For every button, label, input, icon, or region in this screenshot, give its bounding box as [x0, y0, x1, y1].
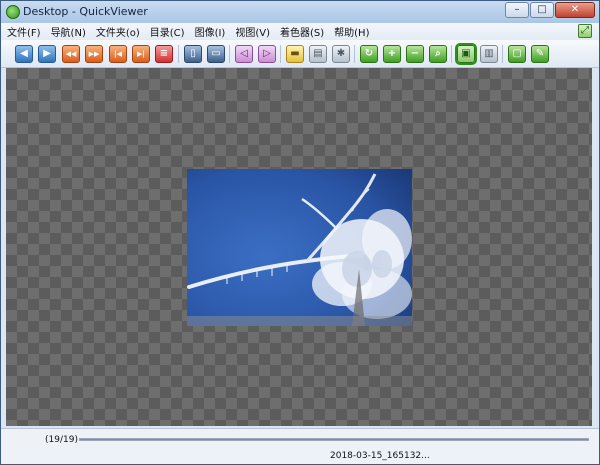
menu-shader[interactable]: 着色器(S): [280, 24, 324, 39]
rewind-icon[interactable]: ◀◀: [62, 45, 80, 63]
toolbar-separator: [178, 45, 179, 63]
next-icon[interactable]: ▶: [38, 45, 56, 63]
toolbar-separator: [280, 45, 281, 63]
menu-bar: 文件(F) 导航(N) 文件夹(o) 目录(C) 图像(I) 视图(V) 着色器…: [1, 23, 599, 40]
menu-folder[interactable]: 文件夹(o): [96, 24, 140, 39]
catalog-icon[interactable]: ▤: [309, 45, 327, 63]
expand-icon[interactable]: ⤢: [578, 24, 592, 38]
page-progress-slider[interactable]: [79, 438, 589, 441]
window-title: Desktop - QuickViewer: [23, 5, 148, 18]
app-logo-icon: [6, 5, 20, 19]
folder-icon[interactable]: ▬: [286, 45, 304, 63]
status-bar: (19/19) 2018-03-15_165132...: [1, 428, 599, 464]
first-icon[interactable]: |◀: [109, 45, 127, 63]
toolbar-separator: [502, 45, 503, 63]
fast-forward-icon[interactable]: ▶▶: [85, 45, 103, 63]
search-icon[interactable]: ⌕: [429, 45, 447, 63]
frosted-tree-photo: [187, 169, 412, 326]
menu-view[interactable]: 视图(V): [235, 24, 270, 39]
page-left-icon[interactable]: ◁: [235, 45, 253, 63]
maximize-button[interactable]: □: [530, 2, 554, 18]
toolbar-separator: [354, 45, 355, 63]
caption-buttons: – □ ✕: [505, 2, 595, 18]
page-right-icon[interactable]: ▷: [258, 45, 276, 63]
spread-page-icon[interactable]: ▭: [207, 45, 225, 63]
minimize-button[interactable]: –: [505, 2, 529, 18]
last-icon[interactable]: ▶|: [132, 45, 150, 63]
settings-icon[interactable]: ✱: [332, 45, 350, 63]
single-page-icon[interactable]: ▯: [184, 45, 202, 63]
quickviewer-window: Desktop - QuickViewer – □ ✕ 文件(F) 导航(N) …: [0, 0, 600, 465]
slideshow-icon[interactable]: ▢: [508, 45, 526, 63]
dual-view-icon[interactable]: ▥: [480, 45, 498, 63]
prev-icon[interactable]: ◀: [15, 45, 33, 63]
toolbar-separator: [451, 45, 452, 63]
file-name: 2018-03-15_165132...: [330, 451, 430, 461]
title-bar[interactable]: Desktop - QuickViewer – □ ✕: [1, 1, 599, 23]
fit-window-icon[interactable]: ▣: [455, 43, 477, 65]
menu-navigate[interactable]: 导航(N): [51, 24, 86, 39]
displayed-image: [187, 169, 412, 326]
menu-image[interactable]: 图像(I): [195, 24, 226, 39]
zoom-in-icon[interactable]: +: [383, 45, 401, 63]
list-icon[interactable]: ≡: [155, 45, 173, 63]
toolbar: ◀ ▶ ◀◀ ▶▶ |◀ ▶| ≡ ▯ ▭ ◁ ▷ ▬ ▤ ✱ ↻ + − ⌕ …: [1, 40, 599, 68]
image-viewport[interactable]: [6, 68, 592, 426]
menu-catalog[interactable]: 目录(C): [150, 24, 185, 39]
menu-file[interactable]: 文件(F): [7, 24, 41, 39]
menu-help[interactable]: 帮助(H): [334, 24, 369, 39]
toolbar-separator: [229, 45, 230, 63]
page-counter: (19/19): [45, 435, 78, 445]
rotate-icon[interactable]: ↻: [360, 45, 378, 63]
close-button[interactable]: ✕: [555, 2, 595, 18]
zoom-out-icon[interactable]: −: [406, 45, 424, 63]
progress-fill: [80, 439, 588, 440]
pin-icon[interactable]: ✎: [531, 45, 549, 63]
